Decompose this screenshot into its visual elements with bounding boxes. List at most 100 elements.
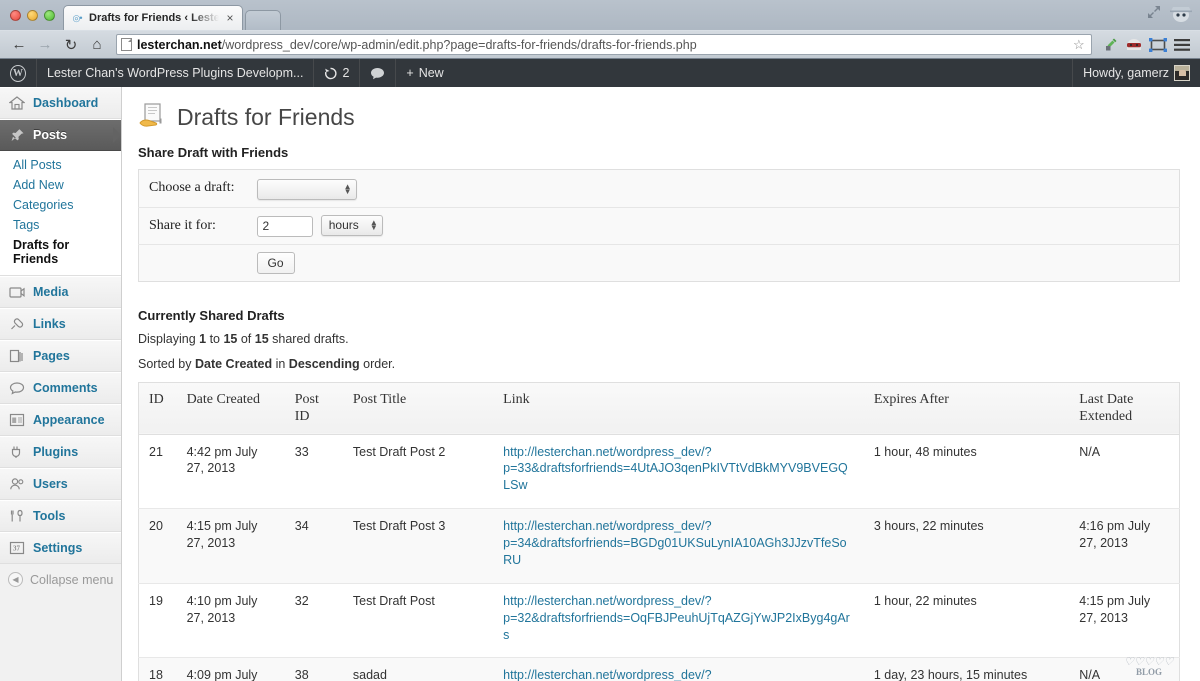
share-link[interactable]: http://lesterchan.net/wordpress_dev/?p=3… [503, 668, 848, 681]
table-row: 20 4:15 pm July 27, 2013 34 Test Draft Post… [138, 508, 1180, 584]
selection-box-icon[interactable] [1148, 35, 1168, 55]
post-id-cell: 33 [284, 434, 343, 510]
comments-button[interactable] [360, 59, 395, 87]
sorted-suffix: order. [359, 356, 396, 371]
browser-toolbar: ← → ↻ ⌂ lesterchan.net/wordpress_dev/cor… [0, 30, 1200, 58]
sidebar-item-users[interactable]: Users [0, 468, 121, 500]
draft-id-cell: 20 [138, 508, 177, 584]
hamburger-menu-icon[interactable] [1172, 35, 1192, 55]
minimize-window-button[interactable] [27, 9, 38, 21]
wordpress-logo-icon: W [10, 64, 26, 82]
new-content-button[interactable]: + New [396, 59, 453, 87]
close-window-button[interactable] [10, 9, 21, 21]
close-icon[interactable]: × [224, 12, 236, 24]
plugins-icon [8, 444, 26, 460]
choose-draft-row: Choose a draft: ▲ ▼ [138, 169, 1180, 208]
tools-icon [8, 508, 26, 524]
sidebar-item-label: Users [33, 477, 68, 491]
date-created-cell: 4:42 pm July 27, 2013 [176, 434, 285, 510]
column-header-post-title[interactable]: Post Title [342, 382, 494, 435]
duration-input[interactable] [256, 215, 313, 237]
pages-icon [8, 348, 26, 364]
sidebar-item-all-posts[interactable]: All Posts [0, 155, 121, 175]
sidebar-item-comments[interactable]: Comments [0, 372, 121, 404]
sidebar-item-appearance[interactable]: Appearance [0, 404, 121, 436]
sidebar-item-dashboard[interactable]: Dashboard [0, 87, 121, 119]
sorted-prefix: Sorted by [138, 356, 195, 371]
tab-title: Drafts for Friends ‹ Lester C [89, 12, 219, 24]
updates-count: 2 [342, 66, 350, 80]
sorted-by-text: Sorted by Date Created in Descending ord… [138, 357, 1180, 371]
updates-button[interactable]: 2 [314, 59, 359, 87]
eyedropper-icon[interactable] [1100, 35, 1120, 55]
back-button[interactable]: ← [8, 34, 30, 56]
browser-tab[interactable]: ◎• Drafts for Friends ‹ Lester C × [63, 5, 243, 30]
sidebar-item-pages[interactable]: Pages [0, 340, 121, 372]
link-icon [8, 316, 26, 332]
home-button[interactable]: ⌂ [86, 34, 108, 56]
window-traffic-lights[interactable] [8, 0, 63, 30]
maximize-window-button[interactable] [44, 9, 55, 21]
site-name-label: Lester Chan's WordPress Plugins Developm… [47, 66, 304, 80]
new-tab-button[interactable] [245, 10, 281, 30]
comment-bubble-icon [371, 67, 385, 79]
column-header-id[interactable]: ID [138, 382, 177, 435]
column-header-date-created[interactable]: Date Created [176, 382, 285, 435]
forward-button[interactable]: → [34, 34, 56, 56]
wp-logo-button[interactable]: W [0, 59, 36, 87]
post-title-cell: Test Draft Post 2 [342, 434, 494, 510]
share-link[interactable]: http://lesterchan.net/wordpress_dev/?p=3… [503, 445, 848, 493]
incognito-mask-icon[interactable] [1124, 35, 1144, 55]
bookmark-star-icon[interactable]: ☆ [1073, 37, 1087, 53]
sidebar-item-label: Plugins [33, 445, 79, 459]
sidebar-item-tags[interactable]: Tags [0, 215, 121, 235]
drafts-hand-icon [138, 103, 168, 131]
draft-id-cell: 19 [138, 583, 177, 659]
media-icon [8, 284, 26, 300]
fullscreen-icon[interactable] [1146, 4, 1162, 20]
url-text: lesterchan.net/wordpress_dev/core/wp-adm… [137, 38, 697, 52]
sidebar-item-tools[interactable]: Tools [0, 500, 121, 532]
share-it-for-label: Share it for: [138, 207, 247, 245]
column-header-expires-after[interactable]: Expires After [863, 382, 1070, 435]
admin-sidebar-menu: Dashboard Posts All Posts Add New Catego… [0, 87, 122, 681]
chevron-updown-icon: ▲ ▼ [369, 218, 378, 232]
sidebar-item-add-new[interactable]: Add New [0, 175, 121, 195]
collapse-menu-button[interactable]: ◀ Collapse menu [0, 564, 121, 595]
share-link[interactable]: http://lesterchan.net/wordpress_dev/?p=3… [503, 519, 846, 567]
shared-section-title: Currently Shared Drafts [138, 307, 285, 323]
sidebar-item-drafts-for-friends[interactable]: Drafts for Friends [0, 235, 121, 269]
choose-draft-select[interactable]: ▲ ▼ [256, 178, 357, 200]
sidebar-item-settings[interactable]: 37 Settings [0, 532, 121, 564]
posts-submenu: All Posts Add New Categories Tags Drafts… [0, 151, 121, 276]
duration-unit-select[interactable]: hours ▲ ▼ [320, 214, 383, 236]
sidebar-item-links[interactable]: Links [0, 308, 121, 340]
displaying-mid2: of [237, 331, 255, 346]
column-header-last-date-extended[interactable]: Last Date Extended [1069, 382, 1180, 435]
table-row: 21 4:42 pm July 27, 2013 33 Test Draft Post… [138, 434, 1180, 510]
address-bar[interactable]: lesterchan.net/wordpress_dev/core/wp-adm… [116, 34, 1092, 55]
sidebar-item-media[interactable]: Media [0, 276, 121, 308]
updates-refresh-icon [325, 67, 337, 79]
sidebar-item-posts[interactable]: Posts [0, 119, 121, 151]
column-header-post-id[interactable]: Post ID [284, 382, 343, 435]
sidebar-item-plugins[interactable]: Plugins [0, 436, 121, 468]
duration-unit-value: hours [328, 218, 359, 232]
last-date-extended-cell: 4:16 pm July 27, 2013 [1069, 508, 1180, 584]
reload-button[interactable]: ↻ [60, 34, 82, 56]
my-account-button[interactable]: Howdy, gamerz [1073, 59, 1200, 87]
column-header-link[interactable]: Link [493, 382, 864, 435]
share-link[interactable]: http://lesterchan.net/wordpress_dev/?p=3… [503, 594, 850, 642]
sidebar-item-label: Posts [33, 128, 68, 142]
empty-cell [139, 244, 247, 281]
chevron-updown-icon: ▲ ▼ [343, 182, 352, 196]
page-title: Drafts for Friends [138, 103, 1180, 131]
sidebar-item-categories[interactable]: Categories [0, 195, 121, 215]
go-button[interactable]: Go [256, 251, 295, 274]
main-content: Drafts for Friends Share Draft with Frie… [122, 87, 1200, 681]
admin-bar-right: Howdy, gamerz [1072, 59, 1200, 87]
share-draft-form: Choose a draft: ▲▼ Share it for: hours ▲… [138, 169, 1180, 282]
site-name-button[interactable]: Lester Chan's WordPress Plugins Developm… [37, 59, 313, 87]
plus-icon: + [406, 66, 414, 80]
sidebar-item-label: Comments [33, 381, 98, 395]
